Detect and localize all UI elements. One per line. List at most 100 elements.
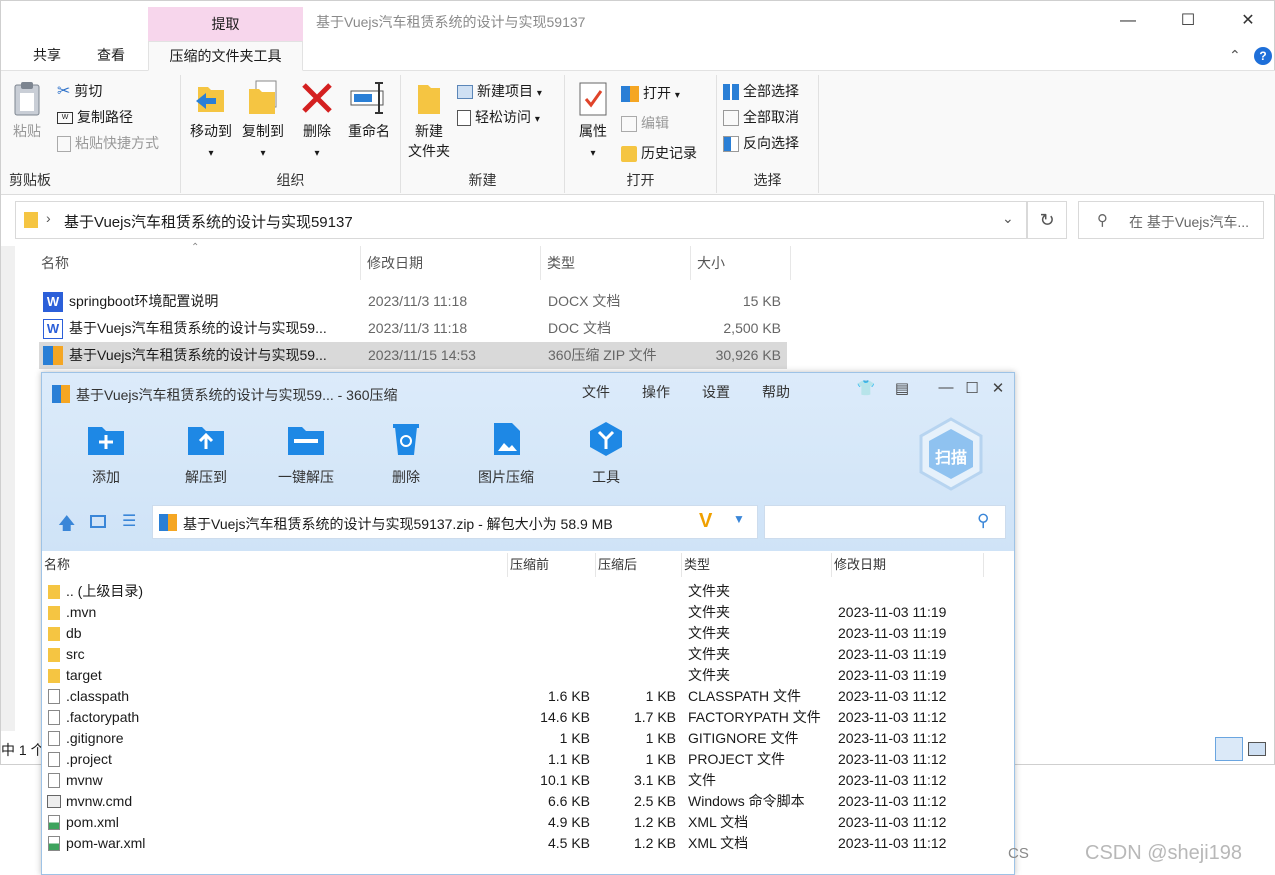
up-arrow-icon[interactable]: 🡅	[58, 511, 75, 540]
zip-nav-bar: 🡅 ☰ 基于Vuejs汽车租赁系统的设计与实现59137.zip - 解包大小为…	[42, 501, 1014, 545]
file-row-selected[interactable]: 基于Vuejs汽车租赁系统的设计与实现59... 2023/11/15 14:5…	[39, 342, 787, 369]
edit-button[interactable]: 编辑	[621, 111, 669, 135]
invert-selection-button[interactable]: 反向选择	[723, 131, 799, 155]
zip-entry-row[interactable]: .mvn 文件夹 2023-11-03 11:19	[42, 602, 1014, 623]
column-name[interactable]: 名称	[35, 246, 361, 280]
new-item-button[interactable]: 新建项目 ▾	[457, 79, 542, 103]
chevron-down-icon[interactable]: ▼	[733, 512, 745, 526]
file-icon	[48, 773, 60, 788]
add-button[interactable]: 添加	[66, 421, 146, 487]
details-view-icon[interactable]	[1215, 737, 1243, 761]
zip-entry-row[interactable]: db 文件夹 2023-11-03 11:19	[42, 623, 1014, 644]
file-row[interactable]: W springboot环境配置说明 2023/11/3 11:18 DOCX …	[39, 288, 787, 315]
new-group-label: 新建	[468, 172, 497, 188]
image-compress-icon	[494, 423, 520, 455]
zip-entry-row[interactable]: mvnw.cmd 6.6 KB 2.5 KB Windows 命令脚本 2023-11-…	[42, 791, 1014, 812]
menu-help[interactable]: 帮助	[762, 382, 790, 402]
chevron-down-icon[interactable]: ⌄	[1002, 210, 1014, 227]
close-icon[interactable]: ✕	[1233, 9, 1263, 33]
file-row[interactable]: W 基于Vuejs汽车租赁系统的设计与实现59... 2023/11/3 11:…	[39, 315, 787, 342]
zip-column-packed[interactable]: 压缩前	[508, 553, 596, 577]
zip-icon	[159, 514, 177, 531]
tab-share[interactable]: 共享	[27, 41, 67, 71]
column-type[interactable]: 类型	[541, 246, 691, 280]
select-group-label: 选择	[753, 172, 782, 188]
scan-button[interactable]: 扫描	[918, 417, 984, 491]
cut-button[interactable]: ✂ 剪切	[57, 79, 102, 103]
zip-column-unpacked[interactable]: 压缩后	[596, 553, 682, 577]
maximize-icon[interactable]: ☐	[1173, 9, 1203, 33]
zip-entry-row[interactable]: pom.xml 4.9 KB 1.2 KB XML 文档 2023-11-03 11:1…	[42, 812, 1014, 833]
zip-entry-type: GITIGNORE 文件	[688, 730, 799, 746]
thumbnail-view-icon[interactable]	[90, 515, 106, 528]
tab-compressed-folder-tools[interactable]: 压缩的文件夹工具	[148, 41, 303, 71]
refresh-icon[interactable]: ↻	[1027, 201, 1067, 239]
zip-entry-row[interactable]: .classpath 1.6 KB 1 KB CLASSPATH 文件 2023-11-…	[42, 686, 1014, 707]
open-button[interactable]: 打开 ▾	[621, 81, 680, 105]
menu-settings[interactable]: 设置	[702, 382, 730, 402]
move-to-button[interactable]: 移动到 ▾	[185, 79, 237, 164]
folder-icon	[48, 606, 60, 620]
minimize-icon[interactable]: —	[934, 379, 958, 401]
one-click-extract-button[interactable]: 一键解压	[266, 421, 346, 487]
zip-entry-row[interactable]: mvnw 10.1 KB 3.1 KB 文件 2023-11-03 11:12	[42, 770, 1014, 791]
easy-access-button[interactable]: 轻松访问 ▾	[457, 105, 540, 129]
zip-column-date[interactable]: 修改日期	[832, 553, 984, 577]
new-folder-button[interactable]: 新建 文件夹	[403, 79, 455, 161]
file-type: DOCX 文档	[548, 293, 621, 309]
watermark-cs: CS	[1008, 845, 1029, 862]
large-icons-view-icon[interactable]	[1248, 742, 1266, 756]
zip-entry-row[interactable]: .. (上级目录) 文件夹	[42, 581, 1014, 602]
search-field[interactable]: ⚲ 在 基于Vuejs汽车...	[1078, 201, 1264, 239]
skin-shirt-icon[interactable]: 👕	[854, 379, 878, 401]
menu-operate[interactable]: 操作	[642, 382, 670, 402]
select-none-button[interactable]: 全部取消	[723, 105, 799, 129]
zip-entry-packed: 1 KB	[559, 730, 590, 746]
paste-button[interactable]: 粘贴	[7, 81, 47, 141]
vertical-scrollbar[interactable]	[1, 246, 15, 731]
zip-entry-row[interactable]: .factorypath 14.6 KB 1.7 KB FACTORYPATH 文件 2…	[42, 707, 1014, 728]
history-button[interactable]: 历史记录	[621, 141, 697, 165]
help-icon[interactable]: ?	[1254, 47, 1272, 65]
zip-entry-name: .project	[66, 751, 112, 767]
organize-group-label: 组织	[276, 172, 305, 188]
tab-view[interactable]: 查看	[91, 41, 131, 71]
paste-shortcut-button[interactable]: 粘贴快捷方式	[57, 131, 159, 155]
zip-path-bar[interactable]: 基于Vuejs汽车租赁系统的设计与实现59137.zip - 解包大小为 58.…	[152, 505, 758, 539]
close-icon[interactable]: ✕	[986, 379, 1010, 401]
delete-button[interactable]: 删除 ▾	[295, 79, 339, 164]
copy-path-button[interactable]: W 复制路径	[57, 105, 133, 129]
new-group: 新建 文件夹 新建项目 ▾ 轻松访问 ▾ 新建	[401, 75, 565, 193]
zip-column-type[interactable]: 类型	[682, 553, 832, 577]
maximize-icon[interactable]: ☐	[960, 379, 984, 401]
list-view-icon[interactable]: ☰	[122, 511, 136, 531]
zip-entry-row[interactable]: target 文件夹 2023-11-03 11:19	[42, 665, 1014, 686]
column-size[interactable]: 大小	[691, 246, 791, 280]
column-date[interactable]: 修改日期	[361, 246, 541, 280]
zip-entry-row[interactable]: src 文件夹 2023-11-03 11:19	[42, 644, 1014, 665]
minimize-icon[interactable]: —	[1113, 9, 1143, 33]
zip-column-name[interactable]: 名称	[42, 553, 508, 577]
menu-file[interactable]: 文件	[582, 382, 610, 402]
address-bar[interactable]: › 基于Vuejs汽车租赁系统的设计与实现59137 ⌄	[15, 201, 1027, 239]
properties-button[interactable]: 属性 ▾	[569, 81, 617, 164]
copy-to-button[interactable]: 复制到 ▾	[237, 79, 289, 164]
image-compress-button[interactable]: 图片压缩	[466, 421, 546, 487]
zip-search-input[interactable]: ⚲	[764, 505, 1006, 539]
scan-label: 扫描	[934, 450, 967, 467]
message-icon[interactable]: ▤	[890, 379, 914, 401]
zip-entry-row[interactable]: .gitignore 1 KB 1 KB GITIGNORE 文件 2023-11-03…	[42, 728, 1014, 749]
rename-button[interactable]: 重命名	[341, 79, 397, 141]
extract-to-button[interactable]: 解压到	[166, 421, 246, 487]
zip-entry-row[interactable]: .project 1.1 KB 1 KB PROJECT 文件 2023-11-03 1…	[42, 749, 1014, 770]
select-all-button[interactable]: 全部选择	[723, 79, 799, 103]
chevron-right-icon[interactable]: ›	[46, 210, 51, 226]
zip-entry-date: 2023-11-03 11:19	[838, 646, 947, 662]
extract-context-tab-header[interactable]: 提取	[148, 7, 303, 41]
zip-entry-row[interactable]: pom-war.xml 4.5 KB 1.2 KB XML 文档 2023-11-03 …	[42, 833, 1014, 854]
tools-button[interactable]: 工具	[566, 421, 646, 487]
collapse-ribbon-icon[interactable]: ⌃	[1229, 47, 1241, 64]
search-icon[interactable]: ⚲	[977, 511, 989, 531]
zip-entry-type: XML 文档	[688, 835, 749, 851]
zip-delete-button[interactable]: 删除	[366, 421, 446, 487]
